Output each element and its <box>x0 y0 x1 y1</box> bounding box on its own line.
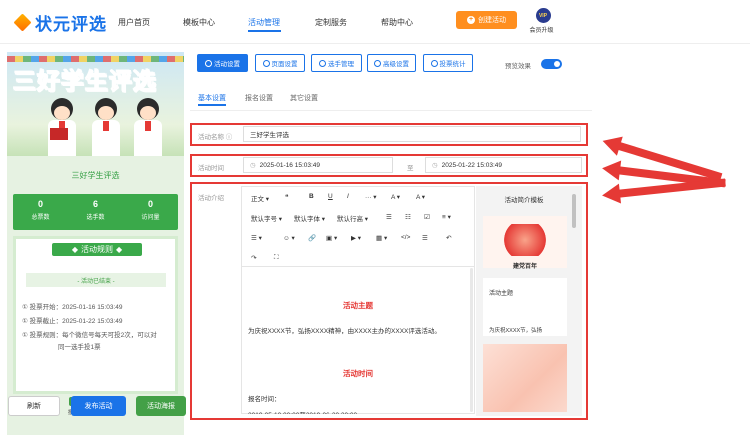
sliders-icon <box>374 59 381 67</box>
stat-contestants: 6 选手数 <box>86 199 105 221</box>
annotation-arrow-3 <box>615 178 726 198</box>
vip-label: 会员升级 <box>529 28 554 34</box>
nav-active-indicator <box>248 30 281 32</box>
student-illustration-1 <box>45 98 79 156</box>
stat-visits: 0 访问量 <box>141 199 160 221</box>
nav-item-activity[interactable]: 活动管理 <box>248 17 280 28</box>
poster-title: 三好学生评选 <box>13 68 157 95</box>
poster-banner: 三好学生评选 <box>7 52 184 156</box>
mobile-preview: 三好学生评选 三好学生评选 0 总票数 6 选手数 0 访问量 ◆ 活动规则 ◆ - 活动… <box>7 52 184 435</box>
preview-subtitle: 三好学生评选 <box>71 171 120 180</box>
highlight-box-name <box>190 123 588 146</box>
subtab-indicator <box>198 104 226 106</box>
leaf-icon: ◆ <box>71 245 78 254</box>
stats-bar: 0 总票数 6 选手数 0 访问量 <box>13 194 178 230</box>
settings-icon <box>262 59 270 67</box>
divider <box>190 110 592 111</box>
page-settings-button[interactable]: 页面设置 <box>255 54 305 72</box>
create-activity-label: 创建活动 <box>478 17 506 24</box>
status-badge: - 活动已结束 - <box>26 273 166 287</box>
plus-icon: + <box>467 16 475 24</box>
chart-icon <box>430 59 438 67</box>
logo-cube-icon <box>13 13 32 32</box>
poster-button[interactable]: 活动海报 <box>136 396 186 416</box>
activity-settings-button[interactable]: 活动设置 <box>197 54 248 72</box>
logo-text: 状元评选 <box>35 15 107 34</box>
rules-panel: ◆ 活动规则 ◆ - 活动已结束 - ① 投票开始：2025-01-16 15:03… <box>13 236 178 394</box>
rule-voting: ① 投票规则：每个微信号每天可投2次，可以对 <box>22 332 157 339</box>
nav-item-custom[interactable]: 定制服务 <box>315 17 347 28</box>
tab-other-settings[interactable]: 其它设置 <box>290 93 318 103</box>
contestant-manage-button[interactable]: 选手管理 <box>311 54 362 72</box>
gear-icon <box>205 59 212 67</box>
refresh-button[interactable]: 刷新 <box>8 396 60 416</box>
tab-basic-settings[interactable]: 基本设置 <box>198 93 226 103</box>
nav-item-home[interactable]: 用户首页 <box>118 17 150 28</box>
create-activity-button[interactable]: + 创建活动 <box>456 11 517 29</box>
highlight-box-time <box>190 154 588 177</box>
stat-votes: 0 总票数 <box>31 199 50 221</box>
student-illustration-2 <box>89 98 123 156</box>
tab-signup-settings[interactable]: 报名设置 <box>245 93 273 103</box>
preview-toggle[interactable] <box>541 59 562 69</box>
nav-item-templates[interactable]: 模板中心 <box>183 17 215 28</box>
preview-toggle-label: 预览效果 <box>505 63 531 70</box>
advanced-settings-button[interactable]: 高级设置 <box>367 54 416 72</box>
rules-title: ◆ 活动规则 ◆ <box>52 243 142 256</box>
vip-upgrade[interactable]: VIP 会员升级 <box>529 8 555 34</box>
users-icon <box>319 59 326 67</box>
rule-end: ① 投票截止：2025-01-22 15:03:49 <box>22 318 123 325</box>
logo[interactable]: 状元评选 <box>13 10 107 35</box>
rule-start: ① 投票开始：2025-01-16 15:03:49 <box>22 304 123 311</box>
publish-button[interactable]: 发布活动 <box>71 396 126 416</box>
student-illustration-3 <box>131 98 165 156</box>
vip-badge-icon: VIP <box>535 8 551 23</box>
vote-stats-button[interactable]: 投票统计 <box>423 54 473 72</box>
nav-item-help[interactable]: 帮助中心 <box>381 17 413 28</box>
rule-voting-cont: 同一选手投1票 <box>58 344 101 351</box>
highlight-box-intro <box>190 182 588 420</box>
top-nav: 状元评选 用户首页 模板中心 活动管理 定制服务 帮助中心 + 创建活动 VIP… <box>0 0 750 44</box>
